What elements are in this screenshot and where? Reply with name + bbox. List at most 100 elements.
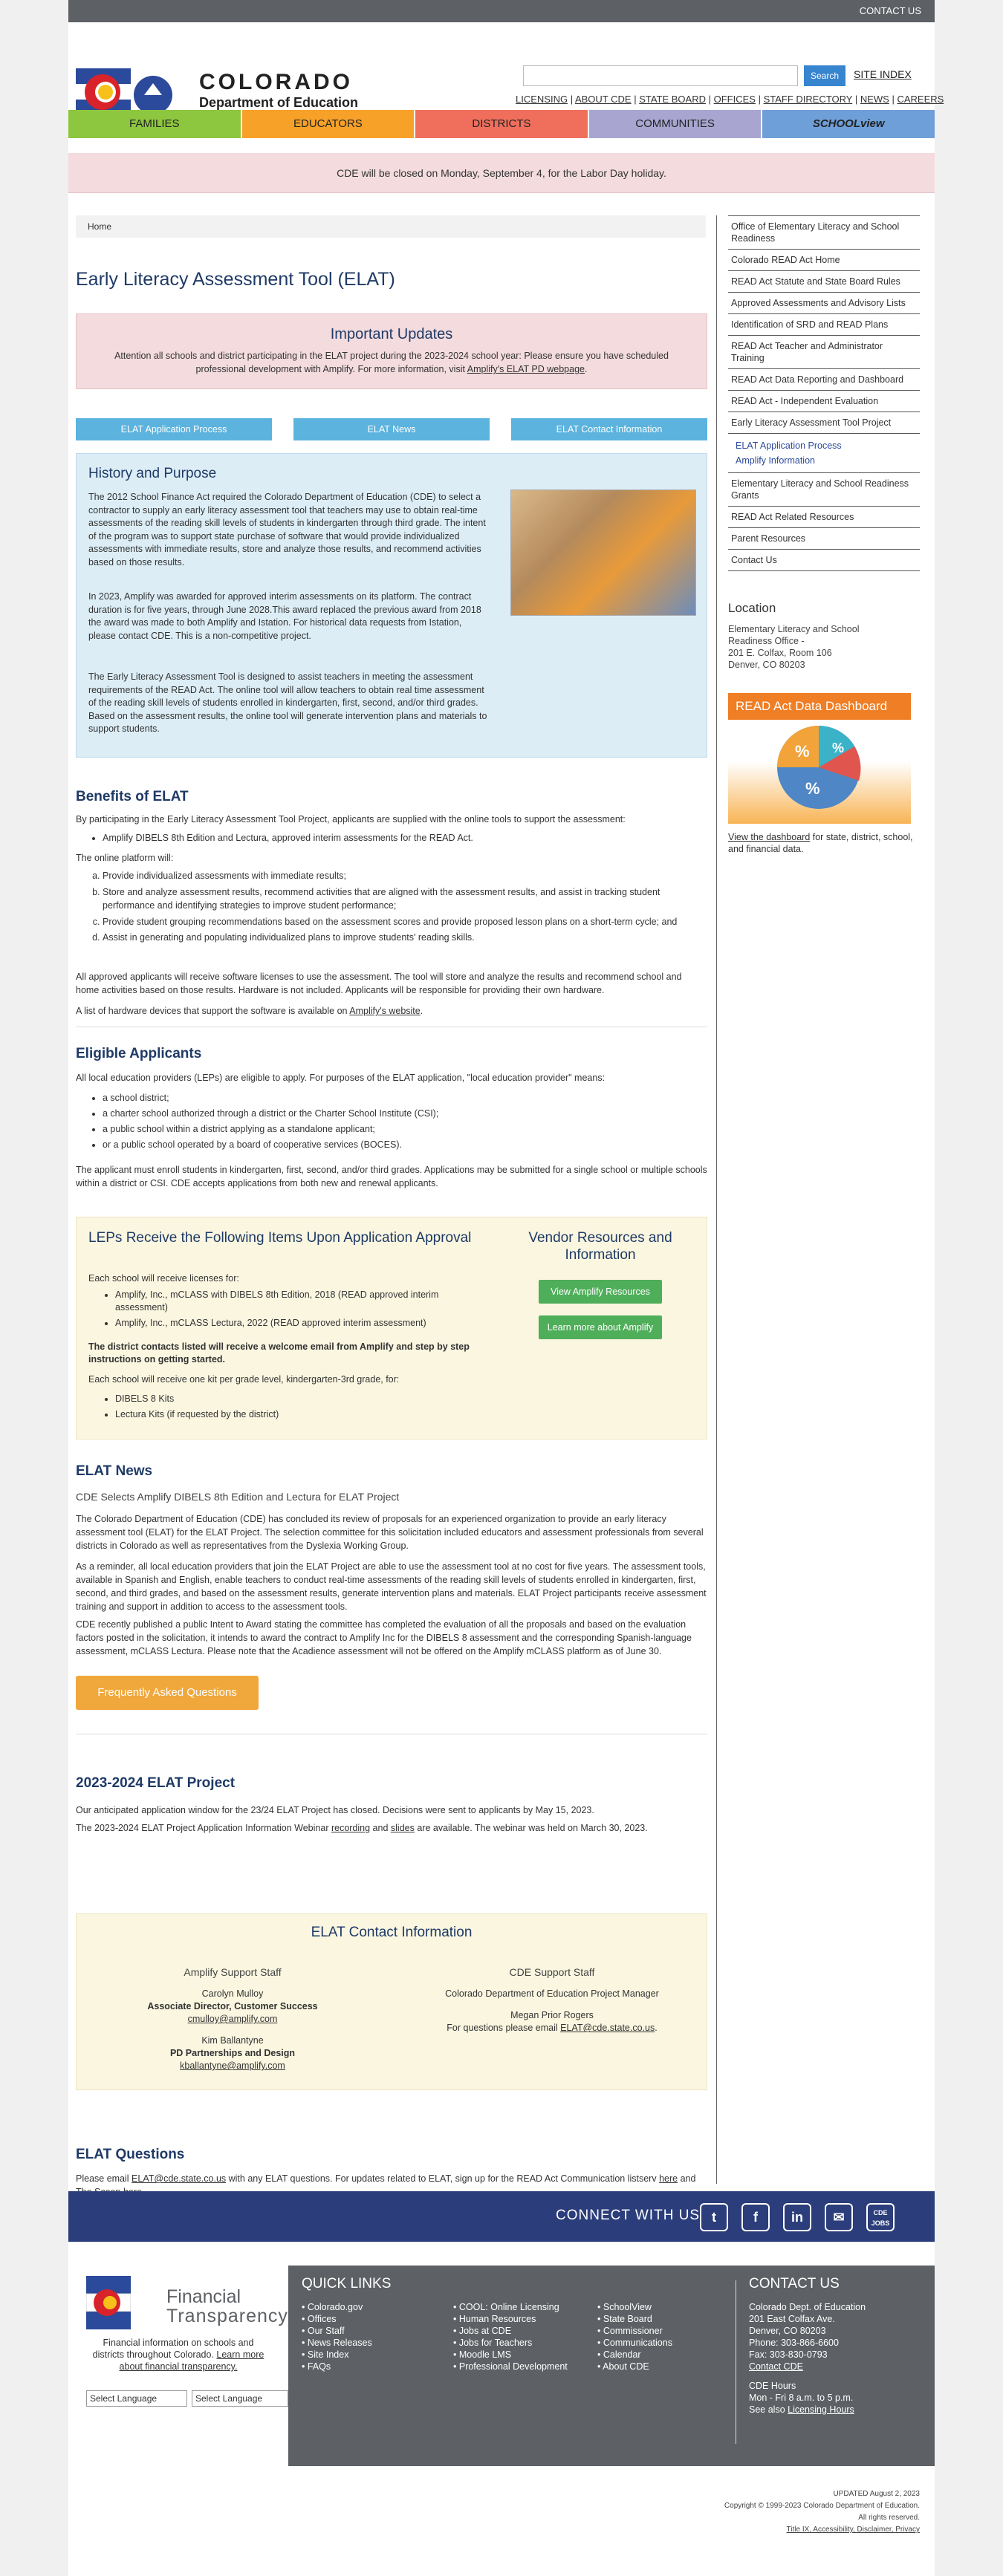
history-purpose-box: History and Purpose The 2012 School Fina… (76, 453, 707, 758)
elat-application-process-button[interactable]: ELAT Application Process (76, 418, 272, 440)
dashboard-title[interactable]: READ Act Data Dashboard (728, 693, 911, 720)
licensing-hours-link[interactable]: Licensing Hours (788, 2404, 854, 2415)
sidebar-item-contact[interactable]: Contact Us (728, 550, 920, 571)
sidebar-item-statute[interactable]: READ Act Statute and State Board Rules (728, 271, 920, 293)
contact-name: Carolyn Mulloy (201, 1988, 264, 1999)
footer-link[interactable]: Calendar (597, 2349, 672, 2361)
header: COLORADO Department of Education Search … (68, 22, 944, 116)
license-list: Amplify, Inc., mCLASS with DIBELS 8th Ed… (115, 1289, 472, 1330)
twitter-icon[interactable]: t (700, 2203, 728, 2231)
elat-email-link[interactable]: ELAT@cde.state.co.us (132, 2173, 226, 2184)
nav-families[interactable]: FAMILIES (68, 110, 242, 138)
amplify-support-heading: Amplify Support Staff (184, 1966, 282, 1978)
leps-heading: LEPs Receive the Following Items Upon Ap… (88, 1230, 472, 1246)
sidebar-item-office[interactable]: Office of Elementary Literacy and School… (728, 216, 920, 250)
list-item: or a public school operated by a board o… (103, 1137, 682, 1153)
nav-communities[interactable]: COMMUNITIES (588, 110, 763, 138)
state-board-link[interactable]: STATE BOARD (639, 94, 706, 105)
footer-link[interactable]: State Board (597, 2313, 672, 2325)
news-link[interactable]: NEWS (860, 94, 889, 105)
footer-link[interactable]: About CDE (597, 2361, 672, 2372)
cde-contact-line: For questions please email ELAT@cde.stat… (447, 2023, 658, 2033)
amplify-pd-link[interactable]: Amplify's ELAT PD webpage (467, 364, 585, 374)
footer-link[interactable]: Jobs at CDE (453, 2325, 572, 2337)
listserv-link[interactable]: here (659, 2173, 678, 2184)
elat-email-link[interactable]: ELAT@cde.state.co.us (560, 2023, 655, 2033)
footer-link[interactable]: Colorado.gov (302, 2301, 372, 2313)
offices-link[interactable]: OFFICES (714, 94, 756, 105)
contact-title: Colorado Department of Education Project… (445, 1988, 659, 1999)
footer-link[interactable]: Human Resources (453, 2313, 572, 2325)
kit-list: DIBELS 8 Kits Lectura Kits (if requested… (115, 1391, 472, 1422)
contact-cde-link[interactable]: Contact CDE (749, 2361, 866, 2372)
slides-link[interactable]: slides (391, 1823, 415, 1833)
footer-link[interactable]: SchoolView (597, 2301, 672, 2313)
nav-districts[interactable]: DISTRICTS (415, 110, 589, 138)
updated-date: UPDATED August 2, 2023 (833, 2490, 920, 2498)
search-input[interactable] (523, 65, 798, 86)
sidebar-item-grants[interactable]: Elementary Literacy and School Readiness… (728, 473, 920, 507)
learn-about-amplify-button[interactable]: Learn more about Amplify (539, 1315, 662, 1339)
contact-email-link[interactable]: kballantyne@amplify.com (91, 2060, 374, 2072)
footer-link[interactable]: Offices (302, 2313, 372, 2325)
select-language-dropdown[interactable]: Select Language (86, 2390, 187, 2407)
nav-educators[interactable]: EDUCATORS (241, 110, 416, 138)
recording-link[interactable]: recording (331, 1823, 370, 1833)
sidebar-item-parent-resources[interactable]: Parent Resources (728, 528, 920, 550)
nav-schoolview[interactable]: SCHOOLview (762, 110, 935, 138)
sidebar-subitem-application[interactable]: ELAT Application Process (736, 438, 917, 453)
linkedin-icon[interactable]: in (783, 2203, 811, 2231)
hardware-text: A list of hardware devices that support … (76, 1006, 423, 1016)
site-index-link[interactable]: SITE INDEX (854, 68, 912, 80)
sidebar-nav: Office of Elementary Literacy and School… (728, 215, 920, 571)
list-item: Provide student grouping recommendations… (103, 915, 704, 929)
jobs-icon[interactable]: CDE JOBS (866, 2203, 895, 2231)
list-item: Amplify DIBELS 8th Edition and Lectura, … (103, 830, 682, 845)
sidebar-item-srd[interactable]: Identification of SRD and READ Plans (728, 314, 920, 336)
legal-info: UPDATED August 2, 2023 Copyright © 1999-… (724, 2488, 920, 2536)
footer-link[interactable]: Jobs for Teachers (453, 2337, 572, 2349)
sidebar-item-training[interactable]: READ Act Teacher and Administrator Train… (728, 336, 920, 369)
sidebar-item-related-resources[interactable]: READ Act Related Resources (728, 507, 920, 528)
faq-button[interactable]: Frequently Asked Questions (76, 1676, 259, 1710)
view-dashboard-link[interactable]: View the dashboard (728, 832, 810, 842)
footer-link[interactable]: Our Staff (302, 2325, 372, 2337)
footer-link[interactable]: FAQs (302, 2361, 372, 2372)
sidebar-item-elat-project[interactable]: Early Literacy Assessment Tool Project (728, 412, 920, 434)
breadcrumb[interactable]: Home (76, 215, 706, 238)
footer-link[interactable]: News Releases (302, 2337, 372, 2349)
footer-link[interactable]: Moodle LMS (453, 2349, 572, 2361)
legal-links[interactable]: Title IX, Accessibility, Disclaimer, Pri… (724, 2524, 920, 2536)
sidebar-item-evaluation[interactable]: READ Act - Independent Evaluation (728, 391, 920, 412)
search-button[interactable]: Search (804, 65, 845, 86)
dashboard-pie-graphic[interactable]: % % % (728, 720, 911, 824)
contact-email-link[interactable]: cmulloy@amplify.com (91, 2013, 374, 2026)
footer-link[interactable]: Commissioner (597, 2325, 672, 2337)
copyright: Copyright © 1999-2023 Colorado Departmen… (724, 2502, 920, 2510)
footer-link[interactable]: Site Index (302, 2349, 372, 2361)
sidebar-item-read-act-home[interactable]: Colorado READ Act Home (728, 250, 920, 271)
history-paragraph-2: In 2023, Amplify was awarded for approve… (88, 591, 481, 641)
amplify-website-link[interactable]: Amplify's website (349, 1006, 420, 1016)
financial-info: Financial information on schools and dis… (92, 2338, 264, 2372)
platform-intro: The online platform will: (76, 853, 174, 863)
select-language-dropdown[interactable]: Select Language (192, 2390, 288, 2407)
sidebar-subitem-amplify[interactable]: Amplify Information (736, 453, 917, 468)
email-icon[interactable]: ✉ (825, 2203, 853, 2231)
facebook-icon[interactable]: f (741, 2203, 770, 2231)
classroom-photo (510, 489, 696, 616)
staff-directory-link[interactable]: STAFF DIRECTORY (764, 94, 853, 105)
about-cde-link[interactable]: ABOUT CDE (575, 94, 632, 105)
elat-news-button[interactable]: ELAT News (293, 418, 490, 440)
elat-contact-information-button[interactable]: ELAT Contact Information (511, 418, 707, 440)
careers-link[interactable]: CAREERS (897, 94, 944, 105)
sidebar-item-approved-assessments[interactable]: Approved Assessments and Advisory Lists (728, 293, 920, 314)
footer-link[interactable]: Communications (597, 2337, 672, 2349)
licensing-link[interactable]: LICENSING (516, 94, 568, 105)
contact-us-link[interactable]: CONTACT US (860, 5, 921, 16)
sidebar-item-data-reporting[interactable]: READ Act Data Reporting and Dashboard (728, 369, 920, 391)
footer-link[interactable]: COOL: Online Licensing (453, 2301, 572, 2313)
amplify-support-staff: Amplify Support Staff Carolyn Mulloy Ass… (91, 1966, 374, 2072)
view-amplify-resources-button[interactable]: View Amplify Resources (539, 1280, 662, 1304)
footer-link[interactable]: Professional Development (453, 2361, 572, 2372)
